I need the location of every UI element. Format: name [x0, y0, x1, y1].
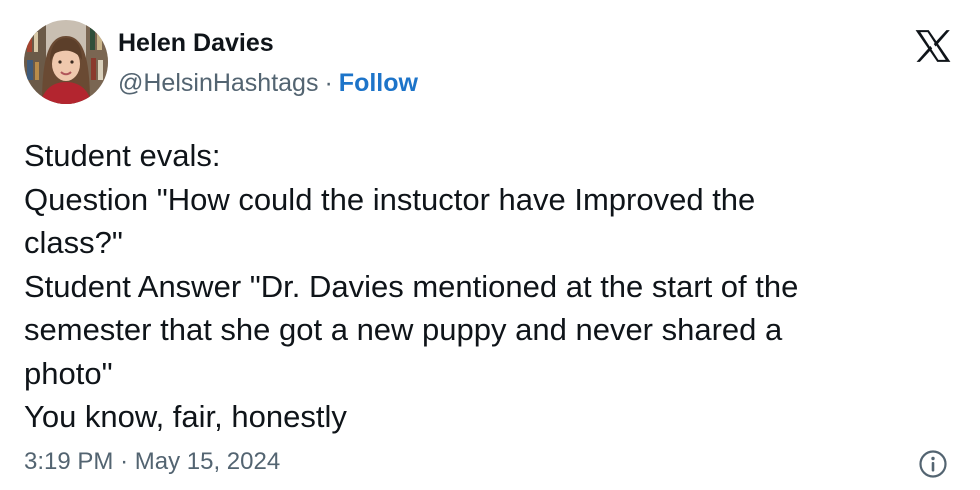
handle-separator: · [324, 69, 333, 97]
tweet-line: semester that she got a new puppy and ne… [24, 312, 783, 347]
tweet-card: Helen Davies @HelsinHashtags · Follow Stud… [0, 0, 980, 490]
tweet-time[interactable]: 3:19 PM [24, 448, 113, 475]
tweet-line: You know, fair, honestly [24, 399, 347, 434]
follow-button[interactable]: Follow [339, 69, 418, 97]
info-icon[interactable] [918, 449, 948, 479]
author-name[interactable]: Helen Davies [118, 29, 274, 58]
tweet-line: photo" [24, 355, 113, 391]
timestamp[interactable]: 3:19 PM · May 15, 2024 [24, 448, 280, 476]
tweet-line: Student evals: [24, 138, 221, 173]
tweet-text: Student evals: Question "How could the i… [24, 134, 944, 439]
x-logo-icon[interactable] [914, 28, 952, 64]
author-handle[interactable]: @HelsinHashtags [118, 69, 318, 97]
tweet-line: Student Answer "Dr. Davies mentioned at … [24, 268, 799, 304]
tweet-line: Question "How could the instuctor have I… [24, 181, 756, 217]
tweet-date[interactable]: May 15, 2024 [135, 448, 280, 475]
tweet-line: class?" [24, 225, 123, 260]
timestamp-separator: · [120, 448, 129, 475]
profile-photo [24, 20, 108, 104]
handle-row: @HelsinHashtags · Follow [118, 69, 418, 98]
avatar[interactable] [24, 20, 108, 104]
